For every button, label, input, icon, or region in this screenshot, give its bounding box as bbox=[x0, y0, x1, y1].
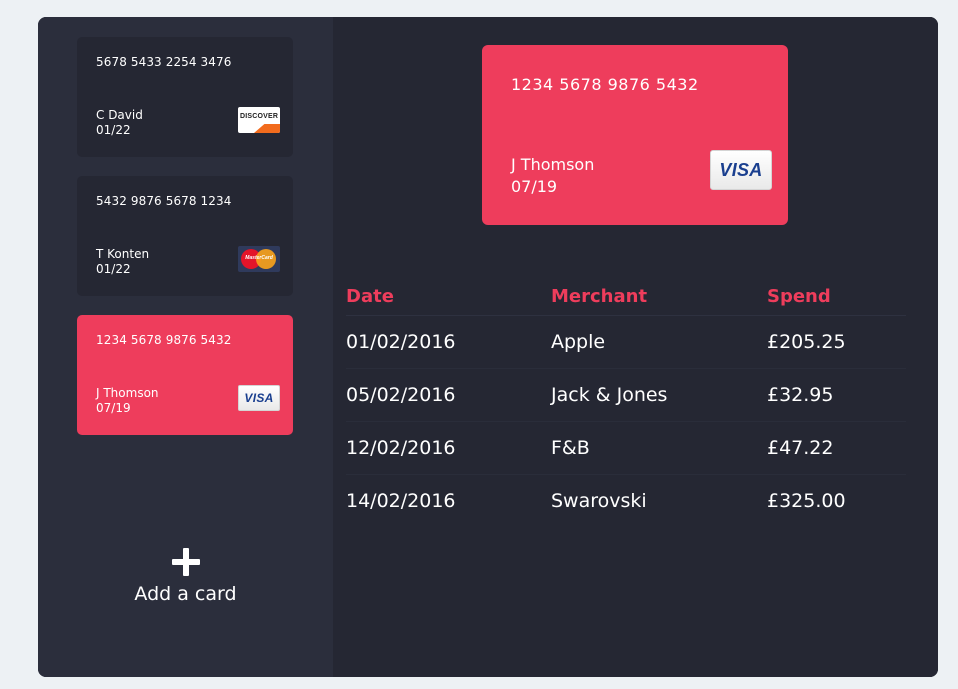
selected-card-expiry: 07/19 bbox=[511, 177, 558, 196]
column-header-spend: Spend bbox=[767, 277, 906, 316]
transaction-merchant: Jack & Jones bbox=[551, 368, 767, 422]
card-item-j-thomson[interactable]: 1234 5678 9876 5432 J Thomson 07/19 VISA bbox=[77, 315, 293, 435]
selected-card: 1234 5678 9876 5432 J Thomson 07/19 VISA bbox=[482, 45, 788, 225]
selected-card-holder-info: J Thomson 07/19 bbox=[511, 154, 594, 198]
card-holder-info: J Thomson 07/19 bbox=[96, 386, 159, 416]
transaction-merchant: Apple bbox=[551, 315, 767, 369]
transaction-spend: £32.95 bbox=[767, 368, 906, 422]
mastercard-logo-icon: MasterCard bbox=[238, 246, 280, 272]
discover-logo-text: DISCOVER bbox=[240, 113, 279, 120]
discover-logo-stripe bbox=[254, 124, 280, 133]
transaction-date: 01/02/2016 bbox=[346, 315, 551, 369]
transaction-spend: £325.00 bbox=[767, 490, 846, 512]
transaction-spend: £47.22 bbox=[767, 421, 906, 475]
add-card-label: Add a card bbox=[134, 583, 237, 605]
visa-logo-icon: VISA bbox=[710, 150, 772, 190]
visa-logo-icon: VISA bbox=[238, 385, 280, 411]
card-holder-name: T Konten bbox=[96, 247, 150, 261]
table-row: 14/02/2016 Swarovski £325.00 bbox=[346, 475, 906, 528]
column-header-date: Date bbox=[346, 277, 551, 316]
wallet-app: 5678 5433 2254 3476 C David 01/22 DISCOV… bbox=[38, 17, 938, 677]
mastercard-logo-text: MasterCard bbox=[245, 255, 273, 261]
selected-card-number: 1234 5678 9876 5432 bbox=[511, 75, 699, 94]
table-row: 05/02/2016 Jack & Jones £32.95 bbox=[346, 368, 906, 422]
transaction-date: 05/02/2016 bbox=[346, 368, 551, 422]
transactions-table: Date Merchant Spend 01/02/2016 Apple £20… bbox=[346, 277, 906, 527]
plus-icon bbox=[171, 547, 201, 577]
table-row: 12/02/2016 F&B £47.22 bbox=[346, 421, 906, 475]
card-number: 1234 5678 9876 5432 bbox=[96, 333, 232, 347]
card-expiry: 07/19 bbox=[96, 401, 131, 415]
visa-logo-text: VISA bbox=[719, 159, 763, 180]
card-holder-info: C David 01/22 bbox=[96, 108, 143, 138]
transaction-merchant: F&B bbox=[551, 421, 767, 475]
card-holder-name: C David bbox=[96, 108, 143, 122]
card-list-sidebar: 5678 5433 2254 3476 C David 01/22 DISCOV… bbox=[38, 17, 333, 677]
card-expiry: 01/22 bbox=[96, 123, 131, 137]
transaction-date: 14/02/2016 bbox=[346, 490, 456, 512]
card-number: 5678 5433 2254 3476 bbox=[96, 55, 232, 69]
add-card-button[interactable]: Add a card bbox=[38, 547, 333, 605]
card-detail-panel: 1234 5678 9876 5432 J Thomson 07/19 VISA… bbox=[333, 17, 938, 677]
transaction-date: 12/02/2016 bbox=[346, 421, 551, 475]
transaction-merchant: Swarovski bbox=[551, 490, 647, 512]
card-item-t-konten[interactable]: 5432 9876 5678 1234 T Konten 01/22 Maste… bbox=[77, 176, 293, 296]
column-header-merchant: Merchant bbox=[551, 277, 767, 316]
discover-logo-icon: DISCOVER bbox=[238, 107, 280, 133]
card-number: 5432 9876 5678 1234 bbox=[96, 194, 232, 208]
transaction-spend: £205.25 bbox=[767, 315, 906, 369]
table-row: 01/02/2016 Apple £205.25 bbox=[346, 315, 906, 369]
card-item-c-david[interactable]: 5678 5433 2254 3476 C David 01/22 DISCOV… bbox=[77, 37, 293, 157]
card-holder-info: T Konten 01/22 bbox=[96, 247, 149, 277]
visa-logo-text: VISA bbox=[244, 391, 274, 405]
selected-card-holder-name: J Thomson bbox=[511, 155, 595, 174]
transactions-header-row: Date Merchant Spend bbox=[346, 277, 906, 316]
card-expiry: 01/22 bbox=[96, 262, 131, 276]
card-holder-name: J Thomson bbox=[96, 386, 159, 400]
